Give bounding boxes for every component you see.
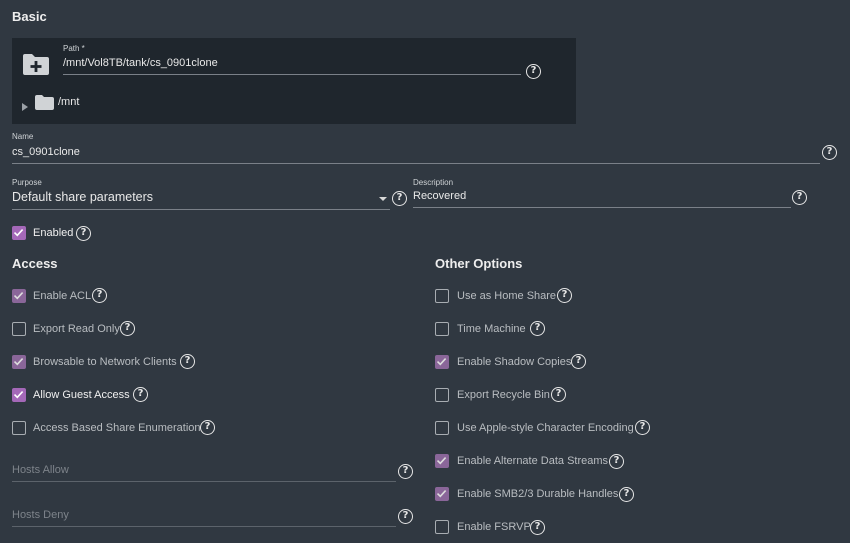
time-machine-help-icon[interactable]: ?: [530, 321, 545, 336]
hosts-deny-underline: [12, 526, 396, 527]
export-read-only-help-icon[interactable]: ?: [120, 321, 135, 336]
browsable-checkbox[interactable]: [12, 355, 26, 369]
alternate-data-streams-checkbox[interactable]: [435, 454, 449, 468]
hosts-allow-input[interactable]: Hosts Allow: [12, 464, 69, 476]
enable-acl-help-icon[interactable]: ?: [92, 288, 107, 303]
browsable-help-icon[interactable]: ?: [180, 354, 195, 369]
enable-shadow-copies-help-icon[interactable]: ?: [571, 354, 586, 369]
allow-guest-access-help-icon[interactable]: ?: [133, 387, 148, 402]
path-label: Path *: [63, 44, 85, 53]
apple-style-encoding-help-icon[interactable]: ?: [635, 420, 650, 435]
export-recycle-bin-help-icon[interactable]: ?: [551, 387, 566, 402]
enable-fsrvp-help-icon[interactable]: ?: [530, 520, 545, 535]
purpose-label: Purpose: [12, 178, 42, 187]
chevron-down-icon[interactable]: [379, 197, 387, 201]
use-as-home-share-help-icon[interactable]: ?: [557, 288, 572, 303]
hosts-allow-underline: [12, 481, 396, 482]
enabled-checkbox[interactable]: [12, 226, 26, 240]
check-icon: [436, 490, 447, 498]
folder-icon: [35, 95, 54, 110]
check-icon: [13, 229, 24, 237]
enable-shadow-copies-checkbox[interactable]: [435, 355, 449, 369]
hosts-deny-input[interactable]: Hosts Deny: [12, 509, 69, 521]
path-help-icon[interactable]: ?: [526, 64, 541, 79]
hosts-allow-help-icon[interactable]: ?: [398, 464, 413, 479]
path-input-underline: [63, 74, 521, 75]
basic-section-title: Basic: [12, 9, 47, 24]
apple-style-encoding-checkbox[interactable]: [435, 421, 449, 435]
time-machine-label: Time Machine: [457, 323, 526, 335]
use-as-home-share-label: Use as Home Share: [457, 290, 557, 302]
access-based-enum-checkbox[interactable]: [12, 421, 26, 435]
export-read-only-checkbox[interactable]: [12, 322, 26, 336]
allow-guest-access-label: Allow Guest Access: [33, 389, 130, 401]
export-recycle-bin-checkbox[interactable]: [435, 388, 449, 402]
time-machine-checkbox[interactable]: [435, 322, 449, 336]
name-help-icon[interactable]: ?: [822, 145, 837, 160]
purpose-select-underline: [12, 209, 390, 210]
tree-expand-icon[interactable]: [22, 98, 28, 111]
other-options-section-title: Other Options: [435, 256, 523, 271]
access-section-title: Access: [12, 256, 58, 271]
apple-style-encoding-label: Use Apple-style Character Encoding: [457, 422, 634, 434]
name-input-underline: [12, 163, 820, 164]
path-explorer-panel: Path * /mnt/Vol8TB/tank/cs_0901clone ? /…: [12, 38, 576, 124]
hosts-deny-help-icon[interactable]: ?: [398, 509, 413, 524]
durable-handles-label: Enable SMB2/3 Durable Handles: [457, 488, 619, 500]
alternate-data-streams-help-icon[interactable]: ?: [609, 454, 624, 469]
check-icon: [13, 292, 24, 300]
enabled-label: Enabled: [33, 227, 74, 239]
description-input-underline: [413, 207, 791, 208]
durable-handles-checkbox[interactable]: [435, 487, 449, 501]
allow-guest-access-checkbox[interactable]: [12, 388, 26, 402]
enable-acl-checkbox[interactable]: [12, 289, 26, 303]
enable-fsrvp-checkbox[interactable]: [435, 520, 449, 534]
add-folder-icon[interactable]: [22, 52, 50, 76]
description-help-icon[interactable]: ?: [792, 190, 807, 205]
name-label: Name: [12, 132, 34, 141]
enable-shadow-copies-label: Enable Shadow Copies: [457, 356, 572, 368]
path-input[interactable]: /mnt/Vol8TB/tank/cs_0901clone: [63, 57, 218, 69]
check-icon: [13, 391, 24, 399]
purpose-help-icon[interactable]: ?: [392, 191, 407, 206]
export-recycle-bin-label: Export Recycle Bin: [457, 389, 550, 401]
name-input[interactable]: cs_0901clone: [12, 146, 80, 158]
description-input[interactable]: Recovered: [413, 190, 466, 202]
purpose-select[interactable]: Default share parameters: [12, 190, 153, 204]
tree-node-mnt[interactable]: /mnt: [58, 96, 79, 108]
access-based-enum-help-icon[interactable]: ?: [200, 420, 215, 435]
access-based-enum-label: Access Based Share Enumeration: [33, 422, 201, 434]
check-icon: [436, 358, 447, 366]
use-as-home-share-checkbox[interactable]: [435, 289, 449, 303]
export-read-only-label: Export Read Only: [33, 323, 120, 335]
durable-handles-help-icon[interactable]: ?: [619, 487, 634, 502]
alternate-data-streams-label: Enable Alternate Data Streams: [457, 455, 609, 467]
enabled-help-icon[interactable]: ?: [76, 226, 91, 241]
enable-fsrvp-label: Enable FSRVP: [457, 521, 531, 533]
check-icon: [13, 358, 24, 366]
check-icon: [436, 457, 447, 465]
browsable-label: Browsable to Network Clients: [33, 356, 177, 368]
description-label: Description: [413, 178, 454, 187]
enable-acl-label: Enable ACL: [33, 290, 92, 302]
